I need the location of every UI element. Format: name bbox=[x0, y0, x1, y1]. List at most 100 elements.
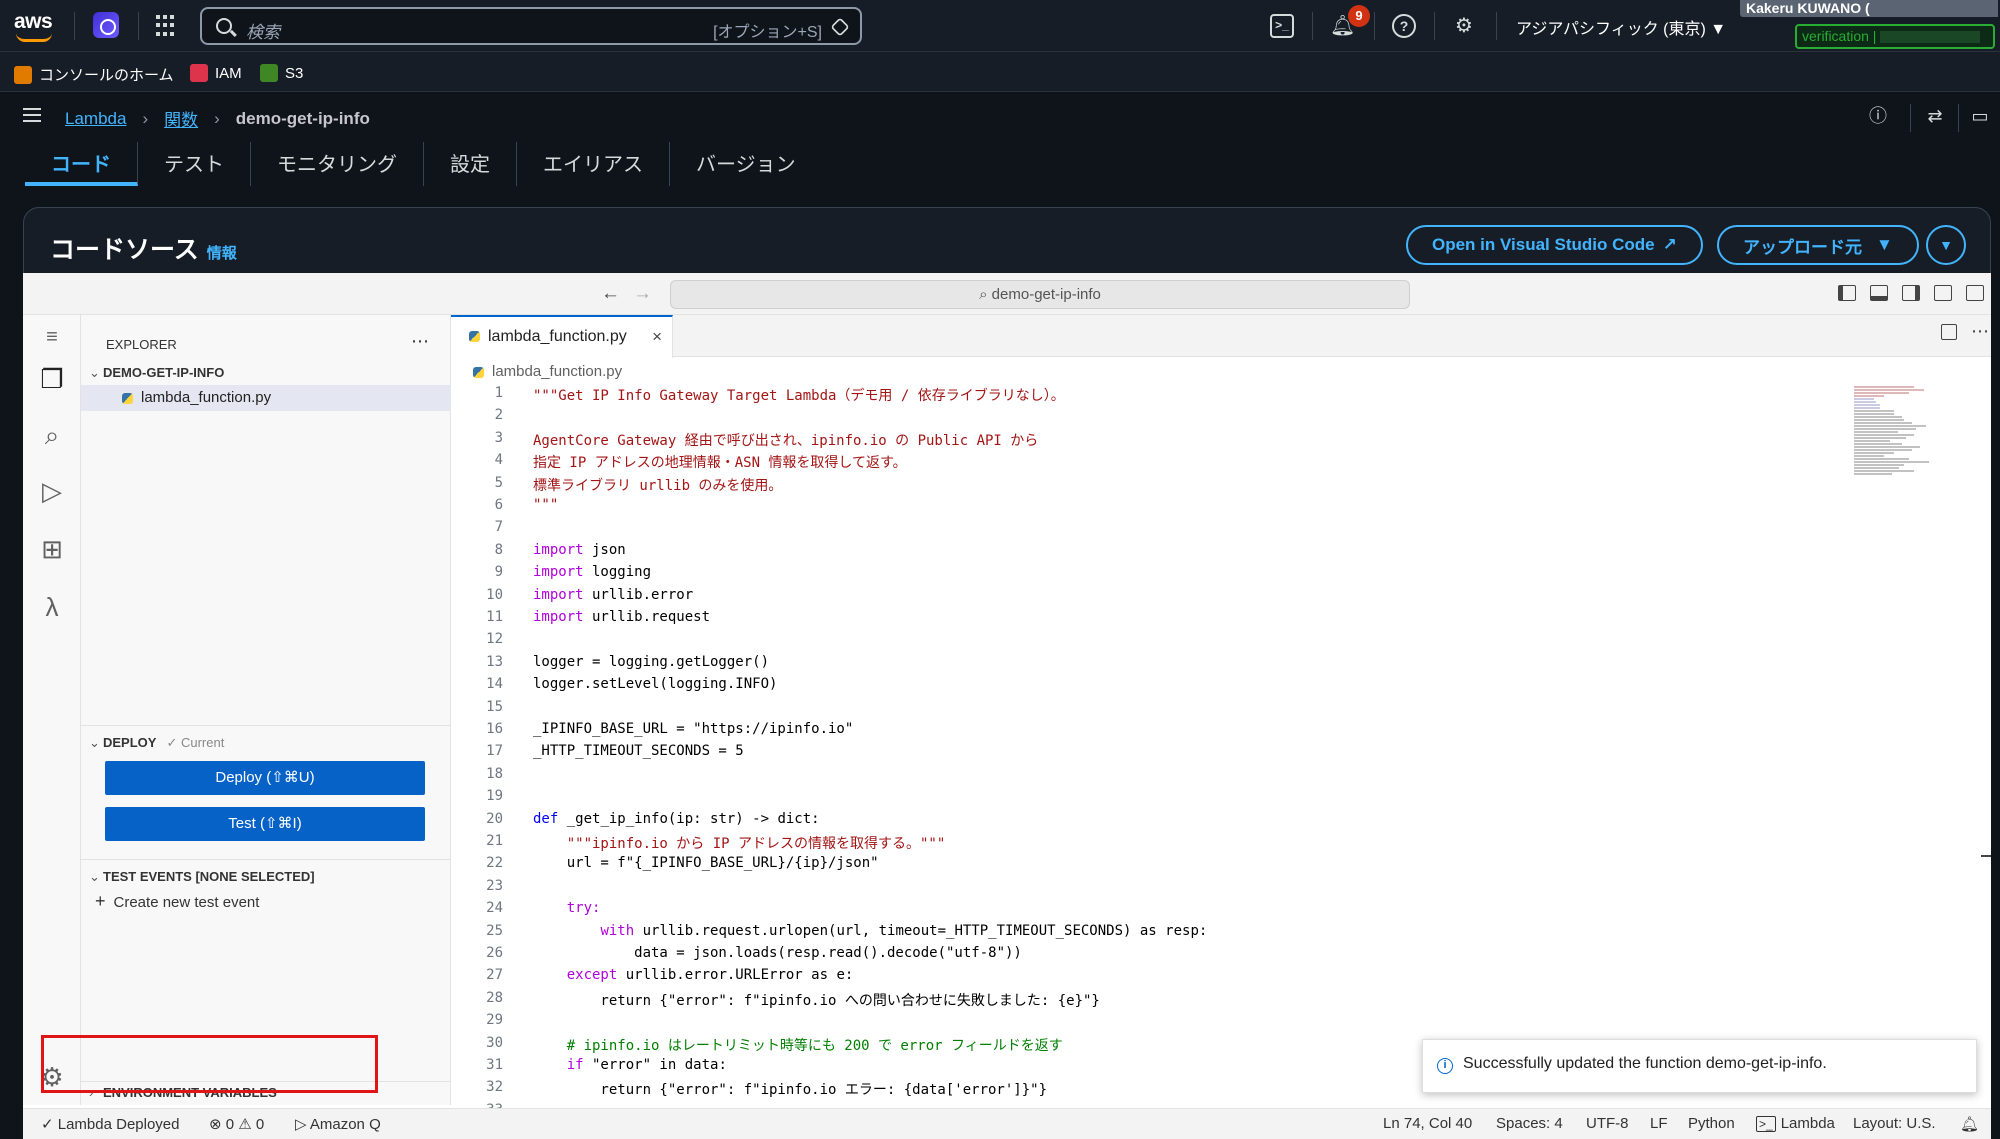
deploy-button[interactable]: Deploy (⇧⌘U) bbox=[105, 761, 425, 795]
toggle-secondary-sidebar-icon[interactable] bbox=[1902, 285, 1920, 301]
tab-settings[interactable]: 設定 bbox=[424, 142, 517, 186]
code-line: return {"error": f"ipinfo.io への問い合わせに失敗し… bbox=[533, 992, 1100, 1009]
toggle-panel-icon[interactable] bbox=[1870, 285, 1888, 301]
status-lambda-deployed[interactable]: ✓ Lambda Deployed bbox=[41, 1115, 180, 1133]
bell-icon[interactable]: 🔔︎ bbox=[1960, 1115, 1979, 1133]
code-line: """Get IP Info Gateway Target Lambda（デモ用… bbox=[533, 385, 1065, 405]
chevron-down-icon: ⌄ bbox=[89, 365, 100, 380]
status-indentation[interactable]: Spaces: 4 bbox=[1496, 1115, 1563, 1132]
code-line: logger = logging.getLogger() bbox=[533, 653, 770, 670]
fullscreen-icon[interactable] bbox=[1966, 285, 1984, 301]
favorite-iam[interactable]: IAM bbox=[190, 64, 242, 82]
code-line: import urllib.request bbox=[533, 609, 711, 625]
open-in-vscode-button[interactable]: Open in Visual Studio Code ↗ bbox=[1406, 225, 1703, 265]
command-center[interactable]: ⌕ demo-get-ip-info bbox=[670, 280, 1410, 309]
split-editor-icon[interactable] bbox=[1941, 324, 1957, 340]
screen-icon[interactable]: ▭ bbox=[1968, 104, 1992, 128]
favorite-label: コンソールのホーム bbox=[39, 67, 174, 84]
command-center-label: demo-get-ip-info bbox=[991, 286, 1101, 303]
code-editor-ide: ← → ⌕ demo-get-ip-info ≡ ❐ ⌕ ▷ ⊞ λ ⚙ EXP… bbox=[23, 273, 1991, 1139]
deploy-section-header[interactable]: ⌄ DEPLOY ✓ Current bbox=[89, 735, 224, 751]
status-problems[interactable]: ⊗ 0 ⚠ 0 bbox=[209, 1115, 264, 1133]
status-eol[interactable]: LF bbox=[1650, 1115, 1668, 1132]
menu-icon[interactable] bbox=[23, 108, 41, 122]
favorite-s3[interactable]: S3 bbox=[260, 64, 303, 82]
explorer-icon[interactable]: ❐ bbox=[36, 363, 68, 395]
editor-tab-lambda-function[interactable]: lambda_function.py × bbox=[451, 315, 673, 358]
toast-message: Successfully updated the function demo-g… bbox=[1463, 1055, 1827, 1072]
gear-icon[interactable]: ⚙ bbox=[1452, 14, 1476, 38]
back-arrow-icon[interactable]: ← bbox=[601, 283, 620, 305]
more-actions-button[interactable]: ▼ bbox=[1926, 225, 1966, 265]
upload-label: アップロード元 bbox=[1743, 237, 1862, 257]
toggle-sidebar-icon[interactable] bbox=[1838, 285, 1856, 301]
lambda-icon[interactable]: λ bbox=[36, 591, 68, 623]
status-lambda-label: Lambda bbox=[1780, 1115, 1835, 1132]
scrollbar-thumb[interactable] bbox=[1981, 855, 1991, 857]
folder-header[interactable]: ⌄ DEMO-GET-IP-INFO bbox=[89, 365, 224, 381]
status-keyboard-layout[interactable]: Layout: U.S. bbox=[1853, 1115, 1936, 1132]
search-input[interactable]: 検索 [オプション+S] bbox=[200, 7, 862, 45]
console-home-icon bbox=[14, 65, 32, 84]
editor-area: lambda_function.py × ⋯ lambda_function.py… bbox=[451, 315, 1991, 1112]
line-number: 21 bbox=[486, 833, 503, 849]
status-amazon-q[interactable]: ▷ Amazon Q bbox=[295, 1115, 381, 1133]
info-icon[interactable]: ⓘ bbox=[1866, 104, 1890, 128]
help-icon[interactable]: ? bbox=[1392, 14, 1416, 38]
region-selector[interactable]: アジアパシフィック (東京) ▼ bbox=[1516, 15, 1726, 39]
file-lambda-function[interactable]: lambda_function.py bbox=[81, 385, 451, 411]
menu-icon[interactable]: ≡ bbox=[36, 321, 68, 353]
code-comment: # ipinfo.io はレートリミット時等にも 200 で error フィー… bbox=[533, 1037, 1063, 1054]
account-menu[interactable]: Kakeru KUWANO ( bbox=[1740, 0, 1998, 17]
create-test-event[interactable]: + Create new test event bbox=[95, 891, 259, 912]
success-toast: i Successfully updated the function demo… bbox=[1422, 1039, 1977, 1093]
code-line: import json bbox=[533, 541, 626, 558]
tab-versions[interactable]: バージョン bbox=[670, 142, 822, 186]
line-number: 11 bbox=[486, 609, 503, 625]
services-grid-icon[interactable] bbox=[156, 15, 178, 37]
line-number: 22 bbox=[486, 855, 503, 872]
breadcrumb-lambda[interactable]: Lambda bbox=[65, 109, 126, 129]
search-icon[interactable]: ⌕ bbox=[36, 419, 68, 451]
aws-logo[interactable]: aws bbox=[14, 10, 58, 42]
line-number: 13 bbox=[486, 653, 503, 670]
breadcrumb-functions[interactable]: 関数 bbox=[164, 106, 198, 131]
more-icon[interactable]: ⋯ bbox=[411, 331, 429, 352]
sync-icon[interactable]: ⇄ bbox=[1923, 104, 1947, 128]
line-number: 31 bbox=[486, 1057, 503, 1073]
status-cursor-position[interactable]: Ln 74, Col 40 bbox=[1383, 1115, 1472, 1132]
test-button[interactable]: Test (⇧⌘I) bbox=[105, 807, 425, 841]
line-number: 18 bbox=[486, 765, 503, 782]
tab-monitoring[interactable]: モニタリング bbox=[251, 142, 424, 186]
tab-test[interactable]: テスト bbox=[138, 142, 251, 186]
line-number: 9 bbox=[494, 564, 503, 581]
code-line: _IPINFO_BASE_URL = "https://ipinfo.io" bbox=[533, 721, 854, 737]
line-number: 26 bbox=[486, 945, 503, 961]
run-debug-icon[interactable]: ▷ bbox=[36, 475, 68, 507]
tab-aliases[interactable]: エイリアス bbox=[517, 142, 670, 186]
info-link[interactable]: 情報 bbox=[207, 245, 237, 262]
status-encoding[interactable]: UTF-8 bbox=[1586, 1115, 1629, 1132]
cloudshell-icon[interactable]: >_ bbox=[1270, 14, 1294, 38]
amazon-q-icon[interactable] bbox=[93, 12, 119, 38]
chevron-right-icon: › bbox=[214, 108, 220, 128]
favorite-console-home[interactable]: コンソールのホーム bbox=[14, 64, 174, 85]
upload-from-button[interactable]: アップロード元 ▼ bbox=[1717, 225, 1919, 265]
extensions-icon[interactable]: ⊞ bbox=[36, 533, 68, 565]
status-language[interactable]: Python bbox=[1688, 1115, 1735, 1132]
customize-layout-icon[interactable] bbox=[1934, 285, 1952, 301]
breadcrumb-current: demo-get-ip-info bbox=[235, 108, 370, 128]
status-lambda[interactable]: >_ Lambda bbox=[1756, 1115, 1835, 1132]
forward-arrow-icon[interactable]: → bbox=[633, 283, 652, 305]
code-line: AgentCore Gateway 経由で呼び出され、ipinfo.io の P… bbox=[533, 430, 1038, 450]
breadcrumb: Lambda › 関数 › demo-get-ip-info bbox=[65, 106, 370, 131]
test-events-header[interactable]: ⌄ TEST EVENTS [NONE SELECTED] bbox=[89, 869, 315, 885]
minimap[interactable] bbox=[1854, 385, 1954, 585]
line-number: 15 bbox=[486, 698, 503, 715]
search-placeholder: 検索 bbox=[246, 23, 280, 42]
external-link-icon: ↗ bbox=[1662, 235, 1677, 254]
more-icon[interactable]: ⋯ bbox=[1971, 321, 1989, 342]
tab-code[interactable]: コード bbox=[25, 142, 138, 186]
line-number: 2 bbox=[494, 407, 503, 424]
close-icon[interactable]: × bbox=[652, 317, 662, 357]
